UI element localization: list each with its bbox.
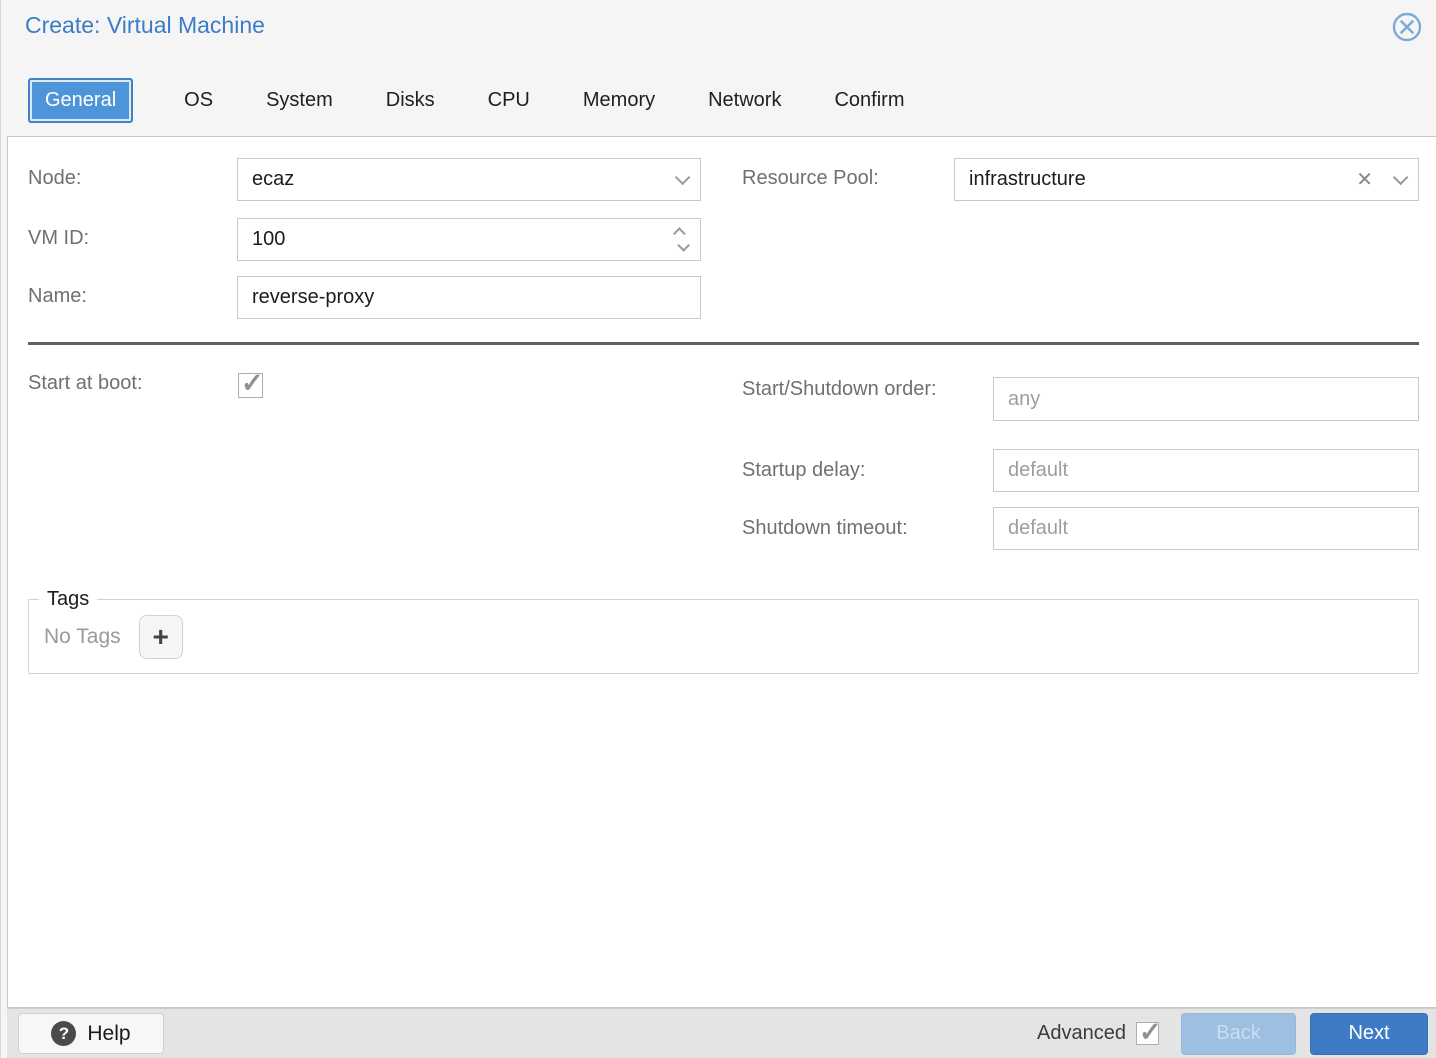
start-shutdown-order-label: Start/Shutdown order: [742,372,957,406]
shutdown-timeout-input[interactable]: default [993,507,1419,550]
name-input[interactable]: reverse-proxy [237,276,701,319]
tab-cpu[interactable]: CPU [486,79,532,122]
start-at-boot-checkbox[interactable] [238,373,263,398]
help-label: Help [87,1022,130,1046]
vm-id-spinner-field[interactable]: 100 [237,218,701,261]
tab-general[interactable]: General [28,78,133,123]
start-shutdown-order-input[interactable]: any [993,377,1419,421]
tags-body: No Tags + [29,611,1418,659]
question-mark-icon: ? [51,1021,76,1046]
node-value: ecaz [252,168,675,191]
back-button[interactable]: Back [1181,1013,1296,1055]
node-combobox[interactable]: ecaz [237,158,701,201]
tags-fieldset: Tags No Tags + [28,588,1419,674]
name-value: reverse-proxy [252,286,686,309]
node-label: Node: [28,167,81,190]
tab-memory[interactable]: Memory [581,79,657,122]
resource-pool-value: infrastructure [969,168,1356,191]
resource-pool-combobox[interactable]: infrastructure ✕ [954,158,1419,201]
dialog-title: Create: Virtual Machine [25,12,265,39]
tab-os[interactable]: OS [182,79,215,122]
shutdown-timeout-placeholder: default [1008,517,1404,540]
chevron-down-icon[interactable] [675,170,691,186]
close-button[interactable] [1391,12,1423,44]
wizard-tabbar: General OS System Disks CPU Memory Netwo… [28,78,906,123]
close-icon [1392,12,1422,42]
vm-id-value: 100 [252,228,677,251]
tags-legend: Tags [39,588,97,611]
startup-delay-label: Startup delay: [742,459,865,482]
footer-toolbar: ? Help Advanced Back Next [7,1008,1436,1058]
clear-icon[interactable]: ✕ [1356,167,1373,192]
tab-disks[interactable]: Disks [384,79,437,122]
tab-confirm[interactable]: Confirm [832,79,906,122]
spinner-down-icon[interactable] [677,239,690,252]
next-button[interactable]: Next [1310,1013,1428,1055]
tab-system[interactable]: System [264,79,335,122]
advanced-label: Advanced [1037,1022,1126,1045]
form-panel [7,136,1436,1008]
startup-delay-input[interactable]: default [993,449,1419,492]
vm-id-label: VM ID: [28,227,89,250]
resource-pool-label: Resource Pool: [742,167,879,190]
start-shutdown-order-placeholder: any [1008,388,1404,411]
chevron-down-icon[interactable] [1393,170,1409,186]
tab-network[interactable]: Network [706,79,783,122]
section-divider [28,342,1419,345]
no-tags-text: No Tags [44,625,121,649]
spinner-control [677,227,686,252]
add-tag-button[interactable]: + [139,615,183,659]
help-button[interactable]: ? Help [18,1013,164,1054]
create-vm-dialog: Create: Virtual Machine General OS Syste… [0,0,1436,1058]
startup-delay-placeholder: default [1008,459,1404,482]
advanced-checkbox[interactable] [1136,1022,1159,1045]
start-at-boot-label: Start at boot: [28,372,143,395]
shutdown-timeout-label: Shutdown timeout: [742,517,908,540]
footer-actions: Advanced Back Next [1037,1013,1428,1055]
name-label: Name: [28,285,87,308]
